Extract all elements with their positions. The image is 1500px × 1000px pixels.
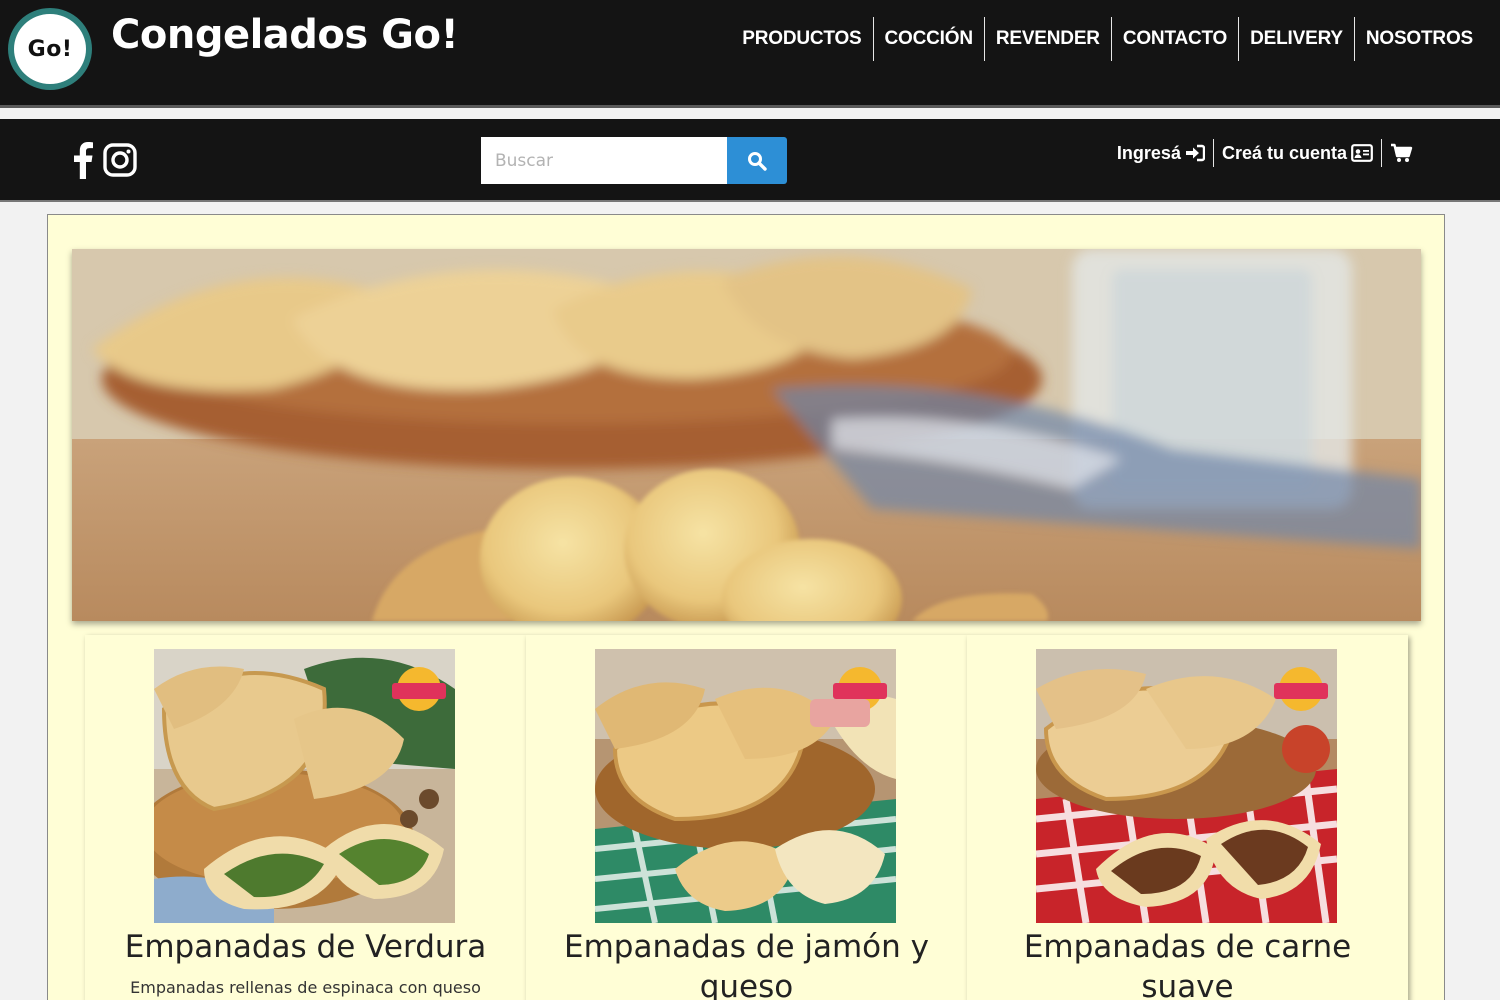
register-link[interactable]: Creá tu cuenta [1212,139,1381,167]
product-image[interactable] [154,649,455,923]
product-card[interactable]: Empanadas de carne suave [967,635,1408,1000]
cart-icon [1391,143,1413,162]
product-title[interactable]: Empanadas de carne suave [967,927,1408,1000]
hero-banner[interactable] [72,249,1421,621]
nav-delivery[interactable]: DELIVERY [1238,17,1354,61]
nav-contacto[interactable]: CONTACTO [1110,17,1238,61]
search-bar [481,137,787,184]
login-link[interactable]: Ingresá [1109,139,1213,167]
login-label: Ingresá [1116,142,1181,163]
product-image[interactable] [595,649,896,923]
instagram-icon[interactable] [102,142,138,178]
register-label: Creá tu cuenta [1221,142,1347,163]
product-description: Empanadas rellenas de espinaca con queso [130,978,481,997]
nav-coccion[interactable]: COCCIÓN [872,17,984,61]
account-links: Ingresá Creá tu cuenta [1109,139,1422,167]
top-header: Go! Congelados Go! PRODUCTOS COCCIÓN REV… [0,0,1500,108]
facebook-icon[interactable] [70,141,94,179]
product-card[interactable]: Empanadas de jamón y queso [526,635,967,1000]
nav-productos[interactable]: PRODUCTOS [731,17,872,61]
search-icon [748,151,767,171]
search-input[interactable] [481,137,727,184]
sign-in-icon [1185,144,1205,162]
sub-header: Ingresá Creá tu cuenta [0,119,1500,202]
social-links [70,141,138,179]
id-card-icon [1351,144,1373,162]
cart-link[interactable] [1381,139,1422,167]
brand-title[interactable]: Congelados Go! [111,12,459,58]
search-button[interactable] [727,137,787,184]
product-card[interactable]: Empanadas de Verdura Empanadas rellenas … [85,635,526,1000]
nav-nosotros[interactable]: NOSOTROS [1353,17,1484,61]
logo[interactable]: Go! [8,8,92,90]
hero-banner-image [72,249,1421,621]
product-title[interactable]: Empanadas de Verdura [85,927,526,967]
main-content: Empanadas de Verdura Empanadas rellenas … [47,214,1445,1000]
product-title[interactable]: Empanadas de jamón y queso [526,927,967,1000]
nav-revender[interactable]: REVENDER [983,17,1111,61]
logo-text: Go! [27,36,73,62]
product-cards: Empanadas de Verdura Empanadas rellenas … [85,635,1408,1000]
main-nav: PRODUCTOS COCCIÓN REVENDER CONTACTO DELI… [731,17,1484,61]
product-image[interactable] [1036,649,1337,923]
